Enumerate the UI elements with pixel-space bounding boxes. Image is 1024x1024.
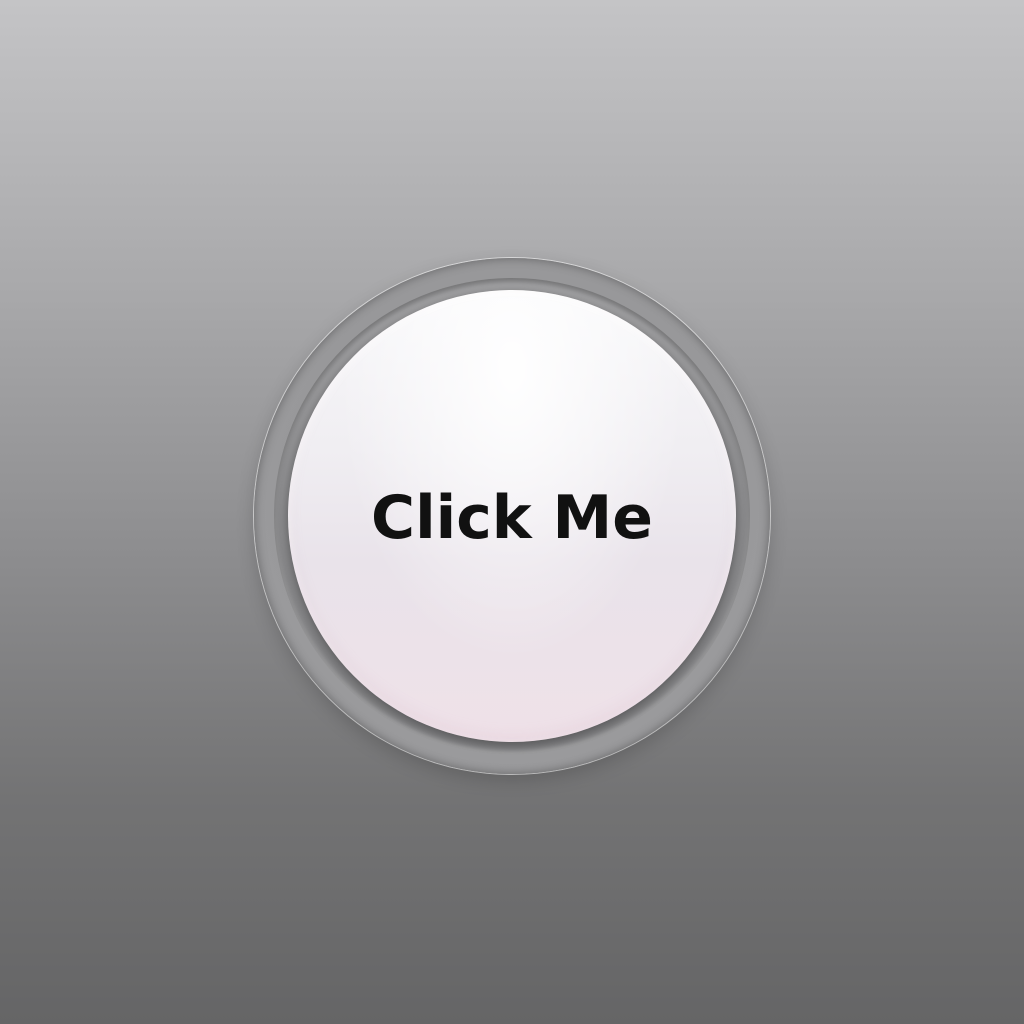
click-me-button-label: Click Me	[371, 483, 653, 553]
click-me-button[interactable]: Click Me	[288, 290, 736, 742]
round-button-bezel: Click Me	[254, 258, 770, 774]
round-button-well: Click Me	[274, 278, 750, 754]
page-background: Click Me	[0, 0, 1024, 1024]
